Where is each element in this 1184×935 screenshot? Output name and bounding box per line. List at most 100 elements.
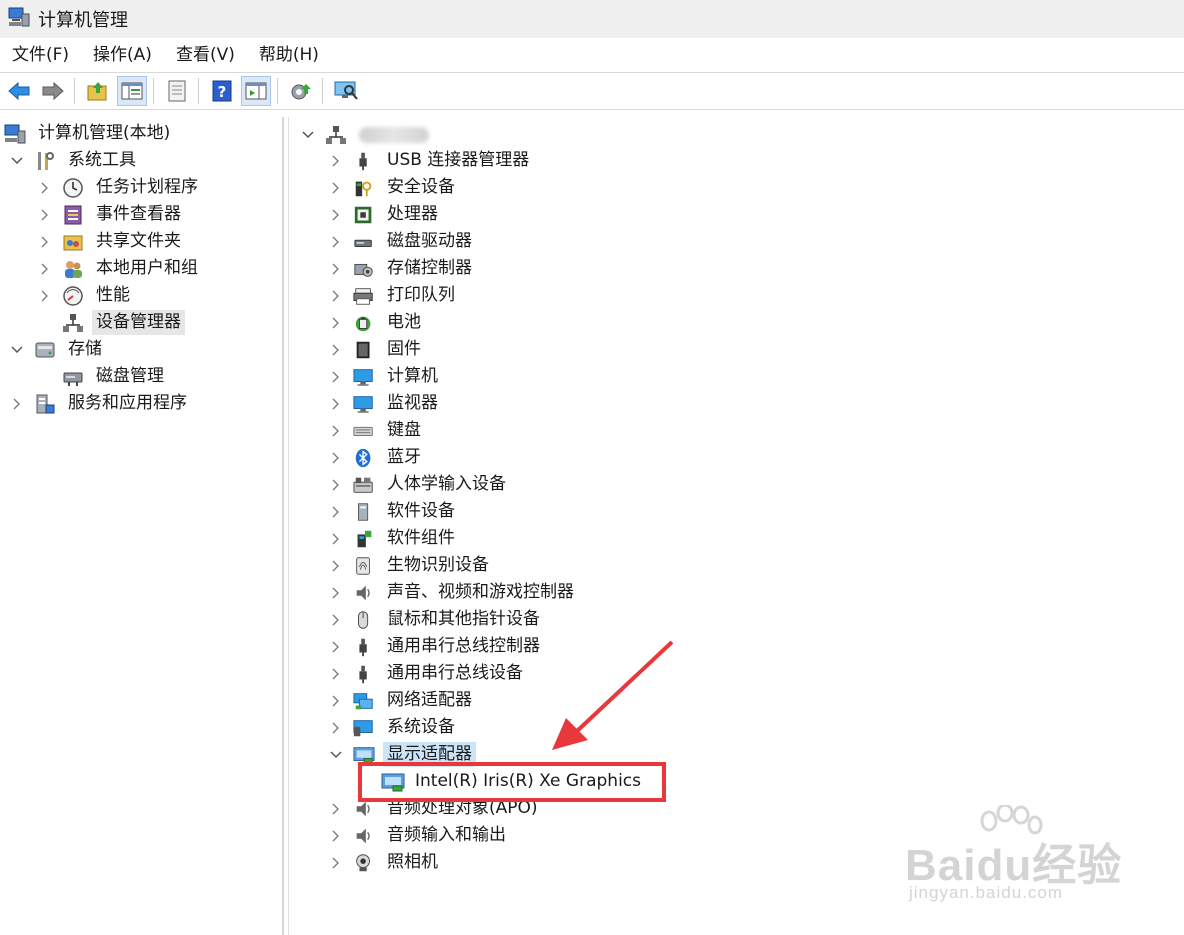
- tree-item-local-users[interactable]: 本地用户和组: [38, 255, 202, 282]
- tree-item-label: 共享文件夹: [96, 231, 181, 251]
- tree-item-mice-pointing-devices[interactable]: 鼠标和其他指针设备: [329, 606, 544, 633]
- chevron-right-icon[interactable]: [329, 559, 343, 573]
- chevron-right-icon[interactable]: [38, 208, 52, 222]
- chevron-right-icon[interactable]: [329, 397, 343, 411]
- menu-view[interactable]: 查看(V): [164, 40, 247, 70]
- tree-item-label: 计算机管理(本地): [38, 123, 171, 143]
- menu-file[interactable]: 文件(F): [0, 40, 81, 70]
- tree-item-label: 系统设备: [387, 717, 455, 737]
- tree-item-shared-folders[interactable]: 共享文件夹: [38, 228, 185, 255]
- tree-item-keyboards[interactable]: 键盘: [329, 417, 425, 444]
- tree-item-processors[interactable]: 处理器: [329, 201, 442, 228]
- chevron-right-icon[interactable]: [329, 289, 343, 303]
- tree-item-disk-drives[interactable]: 磁盘驱动器: [329, 228, 476, 255]
- tree-item-firmware[interactable]: 固件: [329, 336, 425, 363]
- tree-item-human-interface-devices[interactable]: 人体学输入设备: [329, 471, 510, 498]
- chevron-right-icon[interactable]: [329, 478, 343, 492]
- show-hide-tree-button[interactable]: [117, 76, 147, 106]
- tree-item-performance[interactable]: 性能: [38, 282, 134, 309]
- mouse-icon: [353, 609, 375, 631]
- tree-item-software-devices[interactable]: 软件设备: [329, 498, 459, 525]
- tree-item-batteries[interactable]: 电池: [329, 309, 425, 336]
- printer-icon: [353, 285, 375, 307]
- chevron-right-icon[interactable]: [329, 424, 343, 438]
- tree-item-bluetooth[interactable]: 蓝牙: [329, 444, 425, 471]
- tree-item-event-viewer[interactable]: 事件查看器: [38, 201, 185, 228]
- chevron-down-icon[interactable]: [301, 128, 315, 142]
- chevron-right-icon[interactable]: [38, 262, 52, 276]
- tree-item-system-devices[interactable]: 系统设备: [329, 714, 459, 741]
- chevron-right-icon[interactable]: [329, 667, 343, 681]
- chevron-right-icon[interactable]: [329, 721, 343, 735]
- update-driver-button[interactable]: [286, 76, 316, 106]
- up-folder-button[interactable]: [83, 76, 113, 106]
- back-button[interactable]: [4, 76, 34, 106]
- chevron-right-icon[interactable]: [38, 235, 52, 249]
- chevron-down-icon[interactable]: [329, 748, 343, 762]
- tree-item-security-devices[interactable]: 安全设备: [329, 174, 459, 201]
- tree-item-computer-management[interactable]: 计算机管理(本地): [4, 120, 174, 147]
- tree-item-label: 通用串行总线设备: [387, 663, 523, 683]
- tree-item-print-queues[interactable]: 打印队列: [329, 282, 459, 309]
- scan-hardware-button[interactable]: [331, 76, 361, 106]
- menu-action[interactable]: 操作(A): [81, 40, 164, 70]
- chevron-down-icon[interactable]: [10, 154, 24, 168]
- chevron-right-icon[interactable]: [38, 289, 52, 303]
- title-bar: 计算机管理: [0, 0, 1184, 38]
- chevron-right-icon[interactable]: [329, 829, 343, 843]
- tree-item-monitors[interactable]: 监视器: [329, 390, 442, 417]
- tree-item-computer-root[interactable]: [301, 121, 429, 148]
- tree-item-usb-devices[interactable]: 通用串行总线设备: [329, 660, 527, 687]
- tree-item-system-tools[interactable]: 系统工具: [10, 147, 140, 174]
- tree-item-network-adapters[interactable]: 网络适配器: [329, 687, 476, 714]
- chevron-right-icon[interactable]: [329, 613, 343, 627]
- chevron-right-icon[interactable]: [329, 694, 343, 708]
- tree-item-biometric-devices[interactable]: 生物识别设备: [329, 552, 493, 579]
- tree-item-usb-controllers[interactable]: 通用串行总线控制器: [329, 633, 544, 660]
- chevron-right-icon[interactable]: [329, 316, 343, 330]
- tree-item-label: 蓝牙: [387, 447, 421, 467]
- tree-item-storage[interactable]: 存储: [10, 336, 106, 363]
- action-pane-button[interactable]: [241, 76, 271, 106]
- chevron-right-icon[interactable]: [329, 802, 343, 816]
- help-button[interactable]: ?: [207, 76, 237, 106]
- menu-help[interactable]: 帮助(H): [247, 40, 331, 70]
- chevron-right-icon[interactable]: [329, 856, 343, 870]
- tree-item-label: 存储控制器: [387, 258, 472, 278]
- chevron-right-icon[interactable]: [329, 343, 343, 357]
- chevron-right-icon[interactable]: [329, 235, 343, 249]
- tree-item-cameras[interactable]: 照相机: [329, 849, 442, 876]
- tree-item-audio-inputs-outputs[interactable]: 音频输入和输出: [329, 822, 510, 849]
- chevron-right-icon[interactable]: [329, 154, 343, 168]
- tree-item-device-manager[interactable]: 设备管理器: [62, 309, 185, 336]
- biometric-icon: [353, 555, 375, 577]
- forward-button[interactable]: [38, 76, 68, 106]
- chevron-right-icon[interactable]: [329, 532, 343, 546]
- chevron-right-icon[interactable]: [329, 262, 343, 276]
- up-folder-icon: [87, 82, 107, 101]
- tree-item-label: 本地用户和组: [96, 258, 198, 278]
- chevron-right-icon[interactable]: [329, 370, 343, 384]
- tree-item-software-components[interactable]: 软件组件: [329, 525, 459, 552]
- tree-item-label: 磁盘驱动器: [387, 231, 472, 251]
- chevron-right-icon[interactable]: [329, 640, 343, 654]
- chevron-right-icon[interactable]: [38, 181, 52, 195]
- tree-item-storage-controllers[interactable]: 存储控制器: [329, 255, 476, 282]
- chevron-right-icon[interactable]: [329, 208, 343, 222]
- chevron-right-icon[interactable]: [329, 586, 343, 600]
- usb-icon: [353, 636, 375, 658]
- chevron-right-icon[interactable]: [329, 505, 343, 519]
- tree-item-computer[interactable]: 计算机: [329, 363, 442, 390]
- properties-button[interactable]: [162, 76, 192, 106]
- tree-item-disk-management[interactable]: 磁盘管理: [62, 363, 168, 390]
- services-icon: [34, 393, 56, 415]
- tree-item-usb-connector-manager[interactable]: USB 连接器管理器: [329, 147, 533, 174]
- chevron-right-icon[interactable]: [329, 181, 343, 195]
- chevron-right-icon[interactable]: [10, 397, 24, 411]
- tree-item-task-scheduler[interactable]: 任务计划程序: [38, 174, 202, 201]
- chevron-down-icon[interactable]: [10, 343, 24, 357]
- tree-item-label: 软件组件: [387, 528, 455, 548]
- tree-item-sound-video-game-controllers[interactable]: 声音、视频和游戏控制器: [329, 579, 578, 606]
- tree-item-services-apps[interactable]: 服务和应用程序: [10, 390, 191, 417]
- chevron-right-icon[interactable]: [329, 451, 343, 465]
